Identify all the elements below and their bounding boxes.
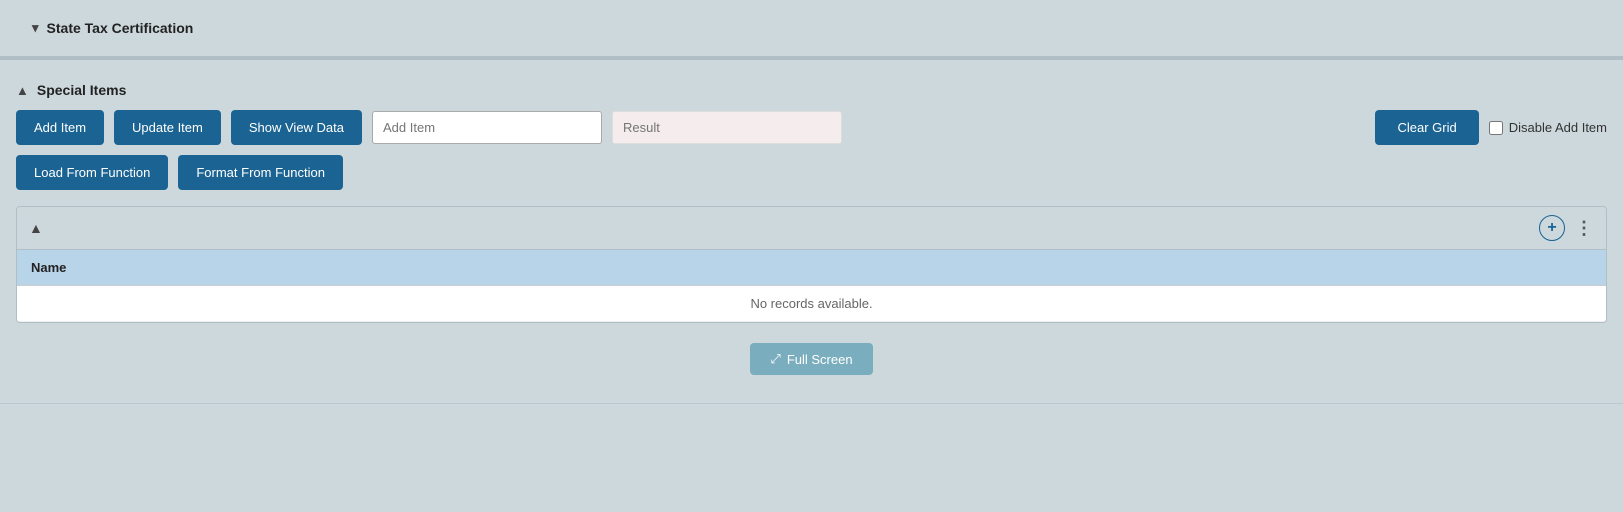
special-items-title: Special Items — [37, 82, 127, 98]
grid-tbody: No records available. — [17, 286, 1606, 322]
grid-header-row: Name — [17, 250, 1606, 286]
grid-thead: Name — [17, 250, 1606, 286]
grid-actions: + ⋮ — [1539, 215, 1594, 241]
fullscreen-icon: ⤢ — [770, 351, 780, 367]
toolbar-row-1: Add Item Update Item Show View Data Clea… — [16, 110, 1607, 145]
special-items-content: ▲ Special Items Add Item Update Item Sho… — [0, 60, 1623, 403]
grid-collapse-chevron[interactable]: ▲ — [29, 220, 43, 236]
state-tax-header[interactable]: ▾ State Tax Certification — [16, 10, 1607, 46]
disable-add-item-text: Disable Add Item — [1509, 120, 1607, 135]
grid-column-name: Name — [17, 250, 1606, 286]
grid-container: ▲ + ⋮ Name No records available. — [16, 206, 1607, 323]
special-items-header[interactable]: ▲ Special Items — [16, 72, 1607, 110]
fullscreen-label: Full Screen — [787, 352, 853, 367]
fullscreen-button[interactable]: ⤢ Full Screen — [750, 343, 872, 375]
toolbar-row-2: Load From Function Format From Function — [16, 155, 1607, 190]
grid-header-bar: ▲ + ⋮ — [17, 207, 1606, 250]
table-row: No records available. — [17, 286, 1606, 322]
load-from-function-button[interactable]: Load From Function — [16, 155, 168, 190]
grid-table: Name No records available. — [17, 250, 1606, 322]
add-item-button[interactable]: Add Item — [16, 110, 104, 145]
state-tax-title: State Tax Certification — [47, 20, 194, 36]
no-records-cell: No records available. — [17, 286, 1606, 322]
grid-add-button[interactable]: + — [1539, 215, 1565, 241]
disable-add-item-checkbox[interactable] — [1489, 121, 1503, 135]
update-item-button[interactable]: Update Item — [114, 110, 221, 145]
clear-grid-button[interactable]: Clear Grid — [1375, 110, 1478, 145]
add-item-input[interactable] — [372, 111, 602, 144]
result-input[interactable] — [612, 111, 842, 144]
show-view-data-button[interactable]: Show View Data — [231, 110, 362, 145]
grid-kebab-menu[interactable]: ⋮ — [1575, 218, 1594, 239]
state-tax-section: ▾ State Tax Certification — [0, 0, 1623, 58]
special-items-section: ▲ Special Items Add Item Update Item Sho… — [0, 60, 1623, 404]
special-items-chevron: ▲ — [16, 83, 29, 98]
format-from-function-button[interactable]: Format From Function — [178, 155, 343, 190]
fullscreen-bar: ⤢ Full Screen — [16, 335, 1607, 387]
disable-add-item-label[interactable]: Disable Add Item — [1489, 120, 1607, 135]
state-tax-chevron: ▾ — [32, 20, 39, 36]
